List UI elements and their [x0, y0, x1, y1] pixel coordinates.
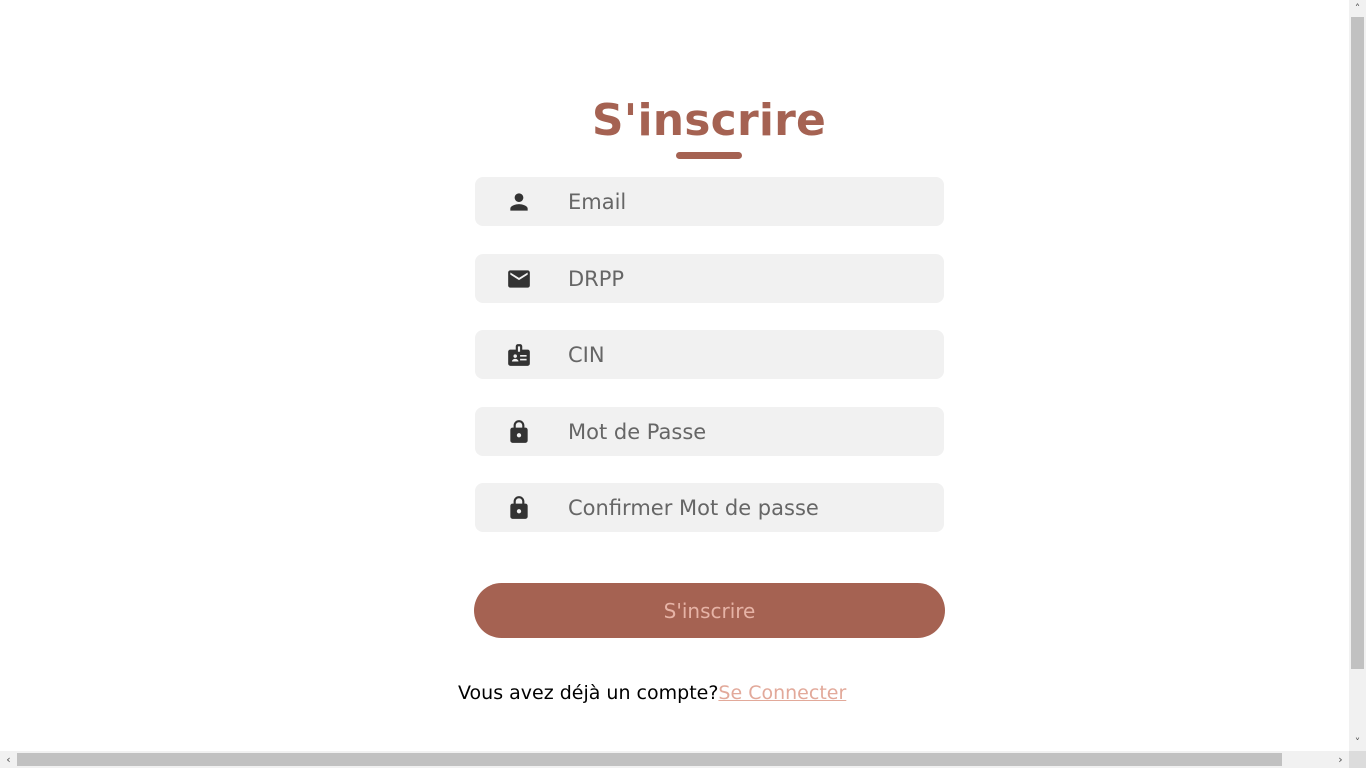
- login-prompt-text: Vous avez déjà un compte?: [458, 682, 719, 704]
- email-input[interactable]: [568, 177, 928, 226]
- page-viewport: S'inscrire Email DRPP CIN S'inscrire Vou…: [0, 0, 1349, 751]
- lock-icon: [506, 419, 532, 445]
- title-underline: [676, 152, 742, 159]
- mail-icon: [506, 266, 532, 292]
- horizontal-scroll-thumb[interactable]: [17, 753, 1282, 766]
- password-input[interactable]: [568, 407, 928, 456]
- scroll-left-icon[interactable]: ‹: [0, 751, 17, 768]
- password-field[interactable]: [475, 407, 944, 456]
- confirm-password-input[interactable]: [568, 483, 928, 532]
- lock-icon: [506, 495, 532, 521]
- page-title: S'inscrire: [591, 95, 827, 146]
- scroll-right-icon[interactable]: ›: [1332, 751, 1349, 768]
- login-prompt: Vous avez déjà un compte?Se Connecter: [458, 680, 846, 706]
- drpp-input[interactable]: [568, 254, 928, 303]
- vertical-scrollbar[interactable]: ˄ ˅: [1349, 0, 1366, 751]
- cin-input[interactable]: [568, 330, 928, 379]
- scroll-up-icon[interactable]: ˄: [1349, 0, 1366, 17]
- login-link[interactable]: Se Connecter: [718, 682, 846, 704]
- drpp-field[interactable]: [475, 254, 944, 303]
- horizontal-scrollbar[interactable]: ‹ ›: [0, 751, 1349, 768]
- vertical-scroll-thumb[interactable]: [1351, 17, 1364, 669]
- id-badge-icon: [506, 342, 532, 368]
- person-icon: [506, 189, 532, 215]
- email-field[interactable]: [475, 177, 944, 226]
- scroll-down-icon[interactable]: ˅: [1349, 734, 1366, 751]
- cin-field[interactable]: [475, 330, 944, 379]
- signup-button[interactable]: S'inscrire: [474, 583, 945, 638]
- confirm-password-field[interactable]: [475, 483, 944, 532]
- scrollbar-corner: [1349, 751, 1366, 768]
